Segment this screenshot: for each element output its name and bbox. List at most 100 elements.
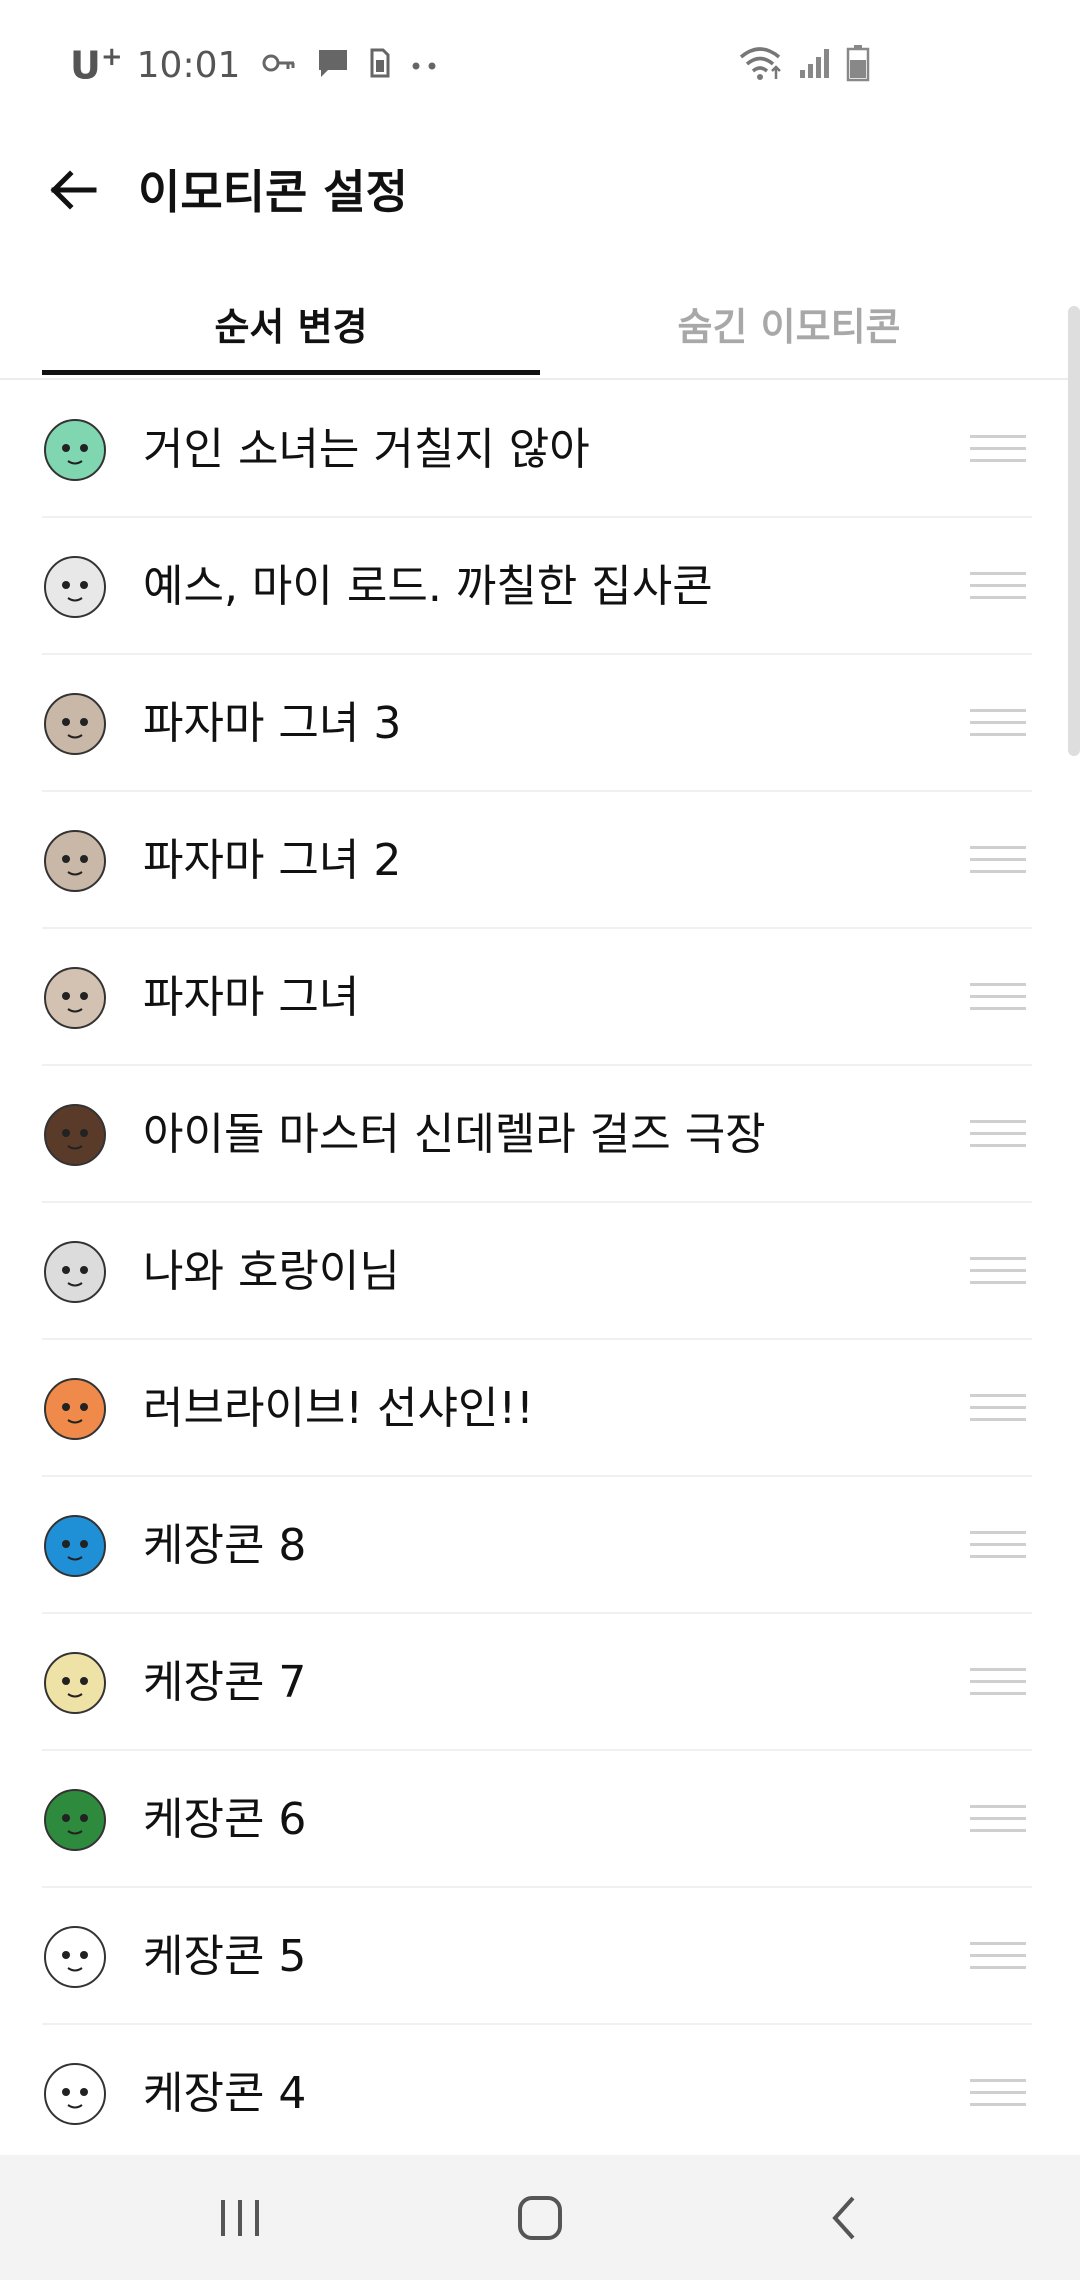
drag-handle-line	[970, 1120, 1026, 1123]
drag-handle-icon[interactable]	[970, 707, 1026, 739]
drag-handle-line	[970, 2079, 1026, 2082]
drag-handle-line	[970, 1257, 1026, 1260]
drag-handle-line	[970, 572, 1026, 575]
drag-handle-line	[970, 1269, 1026, 1272]
drag-handle-line	[970, 2091, 1026, 2094]
emoticon-thumbnail-icon	[44, 1789, 106, 1851]
drag-handle-line	[970, 1954, 1026, 1957]
drag-handle-line	[970, 1132, 1026, 1135]
status-left: U+ 10:01	[70, 40, 440, 90]
drag-handle-icon[interactable]	[970, 1666, 1026, 1698]
tab-bar: 순서 변경 숨긴 이모티콘	[0, 270, 1080, 376]
drag-handle-line	[970, 1805, 1026, 1808]
wifi-icon	[738, 45, 784, 85]
drag-handle-icon[interactable]	[970, 844, 1026, 876]
drag-handle-line	[970, 1543, 1026, 1546]
drag-handle-line	[970, 846, 1026, 849]
list-item[interactable]: 예스, 마이 로드. 까칠한 집사콘	[0, 518, 1080, 655]
battery-icon	[846, 44, 870, 86]
drag-handle-icon[interactable]	[970, 1118, 1026, 1150]
drag-handle-icon[interactable]	[970, 1940, 1026, 1972]
emoticon-thumbnail-icon	[44, 2063, 106, 2125]
drag-handle-line	[970, 459, 1026, 462]
nav-back-button[interactable]	[805, 2183, 885, 2253]
more-dots-icon	[410, 56, 440, 75]
status-right	[738, 44, 870, 86]
drag-handle-line	[970, 447, 1026, 450]
drag-handle-line	[970, 1692, 1026, 1695]
list-item-label: 파자마 그녀 2	[143, 835, 402, 886]
tab-reorder[interactable]: 순서 변경	[42, 270, 540, 376]
list-item[interactable]: 케장콘 8	[0, 1477, 1080, 1614]
list-item[interactable]: 파자마 그녀	[0, 929, 1080, 1066]
drag-handle-line	[970, 1531, 1026, 1534]
drag-handle-line	[970, 858, 1026, 861]
list-item[interactable]: 파자마 그녀 2	[0, 792, 1080, 929]
emoticon-list: 거인 소녀는 거칠지 않아예스, 마이 로드. 까칠한 집사콘파자마 그녀 3 파…	[0, 381, 1080, 2162]
list-item[interactable]: 케장콘 5	[0, 1888, 1080, 2025]
list-item-label: 파자마 그녀 3	[143, 698, 402, 749]
drag-handle-line	[970, 1555, 1026, 1558]
list-item-label: 케장콘 8	[143, 1520, 307, 1571]
emoticon-thumbnail-icon	[44, 1241, 106, 1303]
back-button[interactable]	[44, 160, 104, 220]
drag-handle-line	[970, 1007, 1026, 1010]
list-item-label: 케장콘 5	[143, 1931, 307, 1982]
list-item-label: 나와 호랑이님	[143, 1246, 400, 1297]
carrier-label: U+	[70, 42, 123, 88]
tab-hidden-emoticons[interactable]: 숨긴 이모티콘	[540, 270, 1038, 376]
drag-handle-icon[interactable]	[970, 2077, 1026, 2109]
status-bar: U+ 10:01	[0, 0, 1080, 130]
list-item-label: 케장콘 7	[143, 1657, 307, 1708]
drag-handle-line	[970, 1966, 1026, 1969]
app-bar: 이모티콘 설정	[0, 130, 1080, 240]
emoticon-thumbnail-icon	[44, 1926, 106, 1988]
chat-bubble-icon	[316, 46, 350, 84]
emoticon-thumbnail-icon	[44, 419, 106, 481]
list-item[interactable]: 케장콘 4	[0, 2025, 1080, 2162]
list-item[interactable]: 나와 호랑이님	[0, 1203, 1080, 1340]
tab-indicator	[42, 370, 540, 375]
list-item-label: 예스, 마이 로드. 까칠한 집사콘	[143, 561, 713, 612]
recent-apps-icon	[221, 2200, 259, 2236]
key-icon	[262, 51, 296, 79]
drag-handle-icon[interactable]	[970, 1255, 1026, 1287]
drag-handle-icon[interactable]	[970, 570, 1026, 602]
emoticon-thumbnail-icon	[44, 1378, 106, 1440]
emoticon-thumbnail-icon	[44, 693, 106, 755]
list-item[interactable]: 러브라이브! 선샤인!!	[0, 1340, 1080, 1477]
back-chevron-icon	[832, 2196, 855, 2240]
drag-handle-icon[interactable]	[970, 433, 1026, 465]
divider	[0, 378, 1080, 380]
drag-handle-icon[interactable]	[970, 981, 1026, 1013]
navigation-bar	[0, 2155, 1080, 2280]
notification-icons	[262, 46, 440, 84]
home-icon	[518, 2196, 562, 2240]
drag-handle-icon[interactable]	[970, 1529, 1026, 1561]
list-item[interactable]: 거인 소녀는 거칠지 않아	[0, 381, 1080, 518]
list-item-label: 아이돌 마스터 신데렐라 걸즈 극장	[143, 1109, 766, 1160]
list-item[interactable]: 케장콘 6	[0, 1751, 1080, 1888]
drag-handle-icon[interactable]	[970, 1392, 1026, 1424]
drag-handle-line	[970, 1144, 1026, 1147]
list-item-label: 파자마 그녀	[143, 972, 360, 1023]
list-item[interactable]: 케장콘 7	[0, 1614, 1080, 1751]
drag-handle-line	[970, 1817, 1026, 1820]
list-item[interactable]: 아이돌 마스터 신데렐라 걸즈 극장	[0, 1066, 1080, 1203]
drag-handle-line	[970, 995, 1026, 998]
home-button[interactable]	[500, 2183, 580, 2253]
emoticon-thumbnail-icon	[44, 1104, 106, 1166]
list-item-label: 케장콘 6	[143, 1794, 307, 1845]
drag-handle-line	[970, 435, 1026, 438]
sim-icon	[370, 48, 390, 82]
list-item-label: 케장콘 4	[143, 2068, 307, 2119]
list-item[interactable]: 파자마 그녀 3	[0, 655, 1080, 792]
page-title: 이모티콘 설정	[138, 165, 408, 219]
drag-handle-line	[970, 1418, 1026, 1421]
recent-apps-button[interactable]	[200, 2183, 280, 2253]
drag-handle-icon[interactable]	[970, 1803, 1026, 1835]
drag-handle-line	[970, 2103, 1026, 2106]
drag-handle-line	[970, 709, 1026, 712]
drag-handle-line	[970, 870, 1026, 873]
drag-handle-line	[970, 584, 1026, 587]
